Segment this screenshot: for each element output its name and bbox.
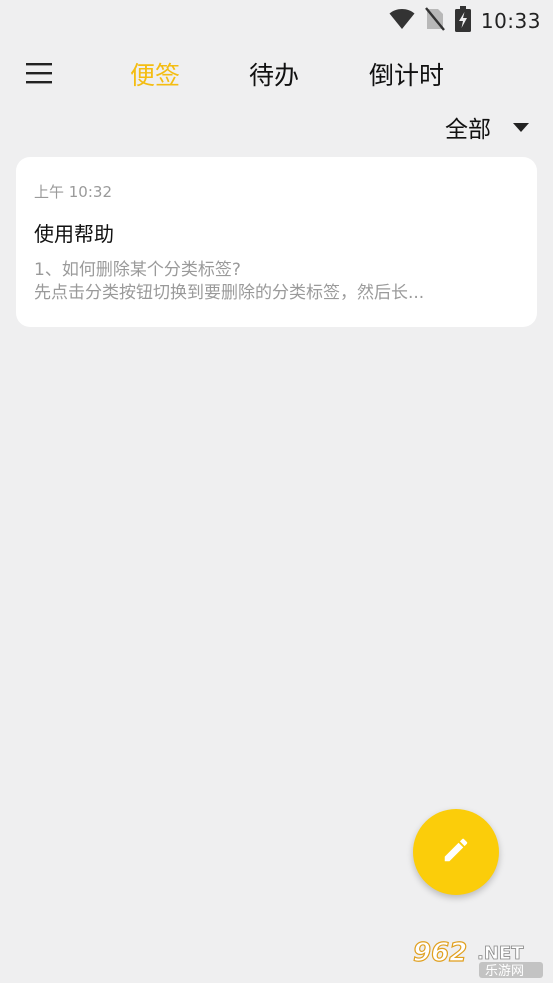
- note-card[interactable]: 上午 10:32 使用帮助 1、如何删除某个分类标签? 先点击分类按钮切换到要删…: [16, 157, 537, 327]
- wifi-icon: [389, 8, 415, 34]
- status-icons: 10:33: [389, 6, 541, 36]
- note-preview: 1、如何删除某个分类标签? 先点击分类按钮切换到要删除的分类标签，然后长...: [34, 259, 519, 305]
- note-title: 使用帮助: [34, 222, 114, 246]
- status-bar: 10:33: [0, 0, 553, 38]
- tab-countdown[interactable]: 倒计时: [369, 56, 444, 92]
- tab-notes[interactable]: 便签: [130, 56, 180, 92]
- category-filter-label: 全部: [445, 117, 491, 143]
- no-sim-icon: [424, 7, 445, 35]
- top-toolbar: 便签 待办 倒计时: [0, 52, 553, 98]
- dropdown-arrow-icon: [513, 118, 529, 137]
- svg-text:962: 962: [413, 938, 467, 968]
- watermark-logo: 962 .NET 乐游网: [407, 935, 547, 979]
- hamburger-menu-icon: [24, 63, 54, 92]
- menu-button[interactable]: [24, 58, 56, 90]
- edit-pencil-icon: [441, 835, 471, 869]
- category-filter-dropdown[interactable]: 全部: [445, 110, 529, 144]
- note-preview-line: 先点击分类按钮切换到要删除的分类标签，然后长...: [34, 283, 425, 303]
- new-note-fab[interactable]: [413, 809, 499, 895]
- svg-text:乐游网: 乐游网: [485, 964, 524, 979]
- note-preview-line: 1、如何删除某个分类标签?: [34, 260, 241, 280]
- svg-text:.NET: .NET: [477, 943, 524, 964]
- tab-todo[interactable]: 待办: [249, 56, 299, 92]
- note-time: 上午 10:32: [34, 183, 112, 201]
- battery-charging-icon: [454, 6, 471, 36]
- status-time: 10:33: [480, 9, 541, 33]
